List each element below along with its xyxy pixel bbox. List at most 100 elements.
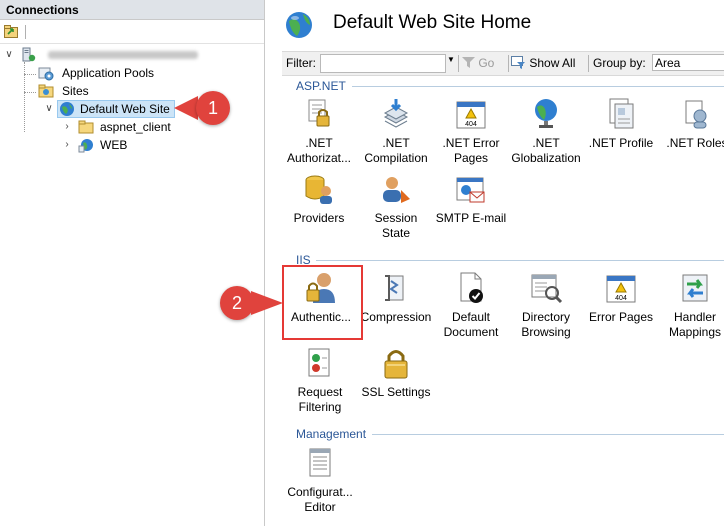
roles-icon bbox=[685, 100, 707, 129]
section-divider bbox=[316, 260, 724, 261]
section-divider bbox=[372, 434, 724, 435]
connect-icon[interactable] bbox=[4, 25, 18, 38]
feature-label: .NET Error bbox=[442, 136, 500, 150]
tree-line bbox=[24, 74, 36, 75]
feature-request-filtering[interactable]: Request Filtering bbox=[283, 346, 357, 415]
folder-icon bbox=[78, 120, 94, 134]
feature-label: Request bbox=[297, 385, 343, 399]
filter-input[interactable] bbox=[320, 54, 446, 73]
page-title: Default Web Site Home bbox=[333, 12, 532, 33]
feature-net-error-pages[interactable]: 404 .NET Error Pages bbox=[434, 97, 508, 166]
tree-line bbox=[24, 62, 25, 132]
feature-label: Default bbox=[451, 310, 491, 324]
feature-net-compilation[interactable]: .NET Compilation bbox=[359, 97, 433, 166]
toolbar-separator bbox=[588, 55, 589, 72]
section-header-management: Management bbox=[296, 427, 367, 441]
tree-label: Sites bbox=[62, 84, 89, 98]
server-name-redacted bbox=[48, 51, 198, 59]
filter-toolbar: Filter: ▼ Go Show All Group by: Area bbox=[282, 51, 724, 76]
svg-text:404: 404 bbox=[465, 121, 477, 128]
callout-pointer bbox=[174, 96, 198, 120]
feature-configuration-editor[interactable]: Configurat... Editor bbox=[283, 446, 357, 515]
globe-icon bbox=[286, 12, 312, 38]
profile-icon bbox=[609, 98, 634, 129]
group-by-label: Group by: bbox=[593, 56, 646, 70]
feature-net-authorization[interactable]: .NET Authorizat... bbox=[282, 97, 356, 166]
svg-text:404: 404 bbox=[615, 295, 627, 302]
error-pages-icon: 404 bbox=[456, 101, 486, 129]
feature-default-document[interactable]: Default Document bbox=[434, 271, 508, 340]
feature-label: Configurat... bbox=[287, 485, 353, 499]
section-header-aspnet: ASP.NET bbox=[296, 79, 346, 93]
feature-session-state[interactable]: Session State bbox=[359, 172, 433, 241]
compression-icon bbox=[385, 275, 404, 301]
authentication-highlight-box bbox=[282, 265, 363, 340]
web-application-icon bbox=[78, 139, 93, 153]
tree-line bbox=[24, 92, 36, 93]
directory-browsing-icon bbox=[531, 274, 563, 304]
feature-label: Browsing bbox=[521, 325, 571, 339]
handler-mappings-icon bbox=[682, 274, 708, 302]
section-divider bbox=[352, 86, 724, 87]
feature-net-roles[interactable]: .NET Roles bbox=[660, 97, 724, 151]
globe-icon bbox=[60, 102, 74, 116]
feature-net-globalization[interactable]: .NET Globalization bbox=[509, 97, 583, 166]
feature-label: Document bbox=[443, 325, 499, 339]
tree-node-default-web-site[interactable]: ∨ Default Web Site bbox=[44, 100, 175, 118]
feature-label: .NET bbox=[382, 136, 410, 150]
features-pane: Default Web Site Home Filter: ▼ Go Show … bbox=[272, 0, 724, 526]
filter-dropdown-icon[interactable]: ▼ bbox=[447, 55, 455, 64]
chevron-down-icon[interactable]: ∨ bbox=[44, 100, 54, 118]
request-filtering-icon bbox=[308, 348, 330, 377]
callout-badge-1: 1 bbox=[196, 91, 230, 125]
feature-label: SSL Settings bbox=[361, 385, 431, 399]
lock-icon bbox=[384, 350, 408, 379]
show-all-label: Show All bbox=[529, 56, 576, 70]
group-by-select[interactable]: Area bbox=[652, 54, 724, 71]
tree-node-server[interactable]: ∨ bbox=[4, 46, 259, 64]
feature-label: Editor bbox=[304, 500, 336, 514]
feature-smtp-email[interactable]: SMTP E-mail bbox=[434, 172, 508, 226]
chevron-down-icon[interactable]: ∨ bbox=[4, 46, 14, 64]
show-all-button[interactable]: Show All bbox=[511, 56, 575, 70]
feature-net-profile[interactable]: .NET Profile bbox=[584, 97, 658, 151]
connections-pane: Connections ∨ Application Pools Sites ∨ … bbox=[0, 0, 265, 526]
feature-label: Filtering bbox=[298, 400, 342, 414]
feature-directory-browsing[interactable]: Directory Browsing bbox=[509, 271, 583, 340]
callout-badge-2: 2 bbox=[220, 286, 254, 320]
feature-label: .NET bbox=[532, 136, 560, 150]
feature-label: Compilation bbox=[364, 151, 428, 165]
feature-label: .NET Roles bbox=[666, 136, 724, 150]
toolbar-separator bbox=[25, 25, 26, 39]
feature-label: SMTP E-mail bbox=[435, 211, 507, 225]
feature-label: Handler bbox=[673, 310, 717, 324]
tree-label: WEB bbox=[100, 138, 128, 152]
feature-label: Globalization bbox=[511, 151, 581, 165]
providers-icon bbox=[305, 175, 332, 204]
go-button[interactable]: Go bbox=[462, 56, 494, 70]
show-all-icon bbox=[511, 56, 525, 69]
chevron-right-icon[interactable]: › bbox=[62, 136, 72, 154]
feature-ssl-settings[interactable]: SSL Settings bbox=[359, 346, 433, 400]
feature-compression[interactable]: Compression bbox=[359, 271, 433, 325]
go-label: Go bbox=[478, 56, 495, 70]
filter-label: Filter: bbox=[286, 56, 316, 70]
feature-label: .NET bbox=[305, 136, 333, 150]
feature-error-pages[interactable]: 404 Error Pages bbox=[584, 271, 658, 325]
feature-handler-mappings[interactable]: Handler Mappings bbox=[658, 271, 724, 340]
feature-label: Providers bbox=[293, 211, 345, 225]
chevron-right-icon[interactable]: › bbox=[62, 118, 72, 136]
feature-label: Error Pages bbox=[588, 310, 654, 324]
tree-label: Application Pools bbox=[62, 66, 155, 80]
feature-label: Mappings bbox=[668, 325, 722, 339]
feature-label: Directory bbox=[521, 310, 570, 324]
compilation-icon bbox=[383, 99, 409, 128]
feature-providers[interactable]: Providers bbox=[282, 172, 356, 226]
globalization-icon bbox=[535, 99, 557, 128]
funnel-icon bbox=[462, 57, 475, 68]
smtp-email-icon bbox=[456, 177, 485, 203]
toolbar-separator bbox=[458, 55, 459, 72]
feature-label: Authorizat... bbox=[286, 151, 352, 165]
feature-label: .NET Profile bbox=[588, 136, 654, 150]
session-state-icon bbox=[383, 177, 410, 203]
